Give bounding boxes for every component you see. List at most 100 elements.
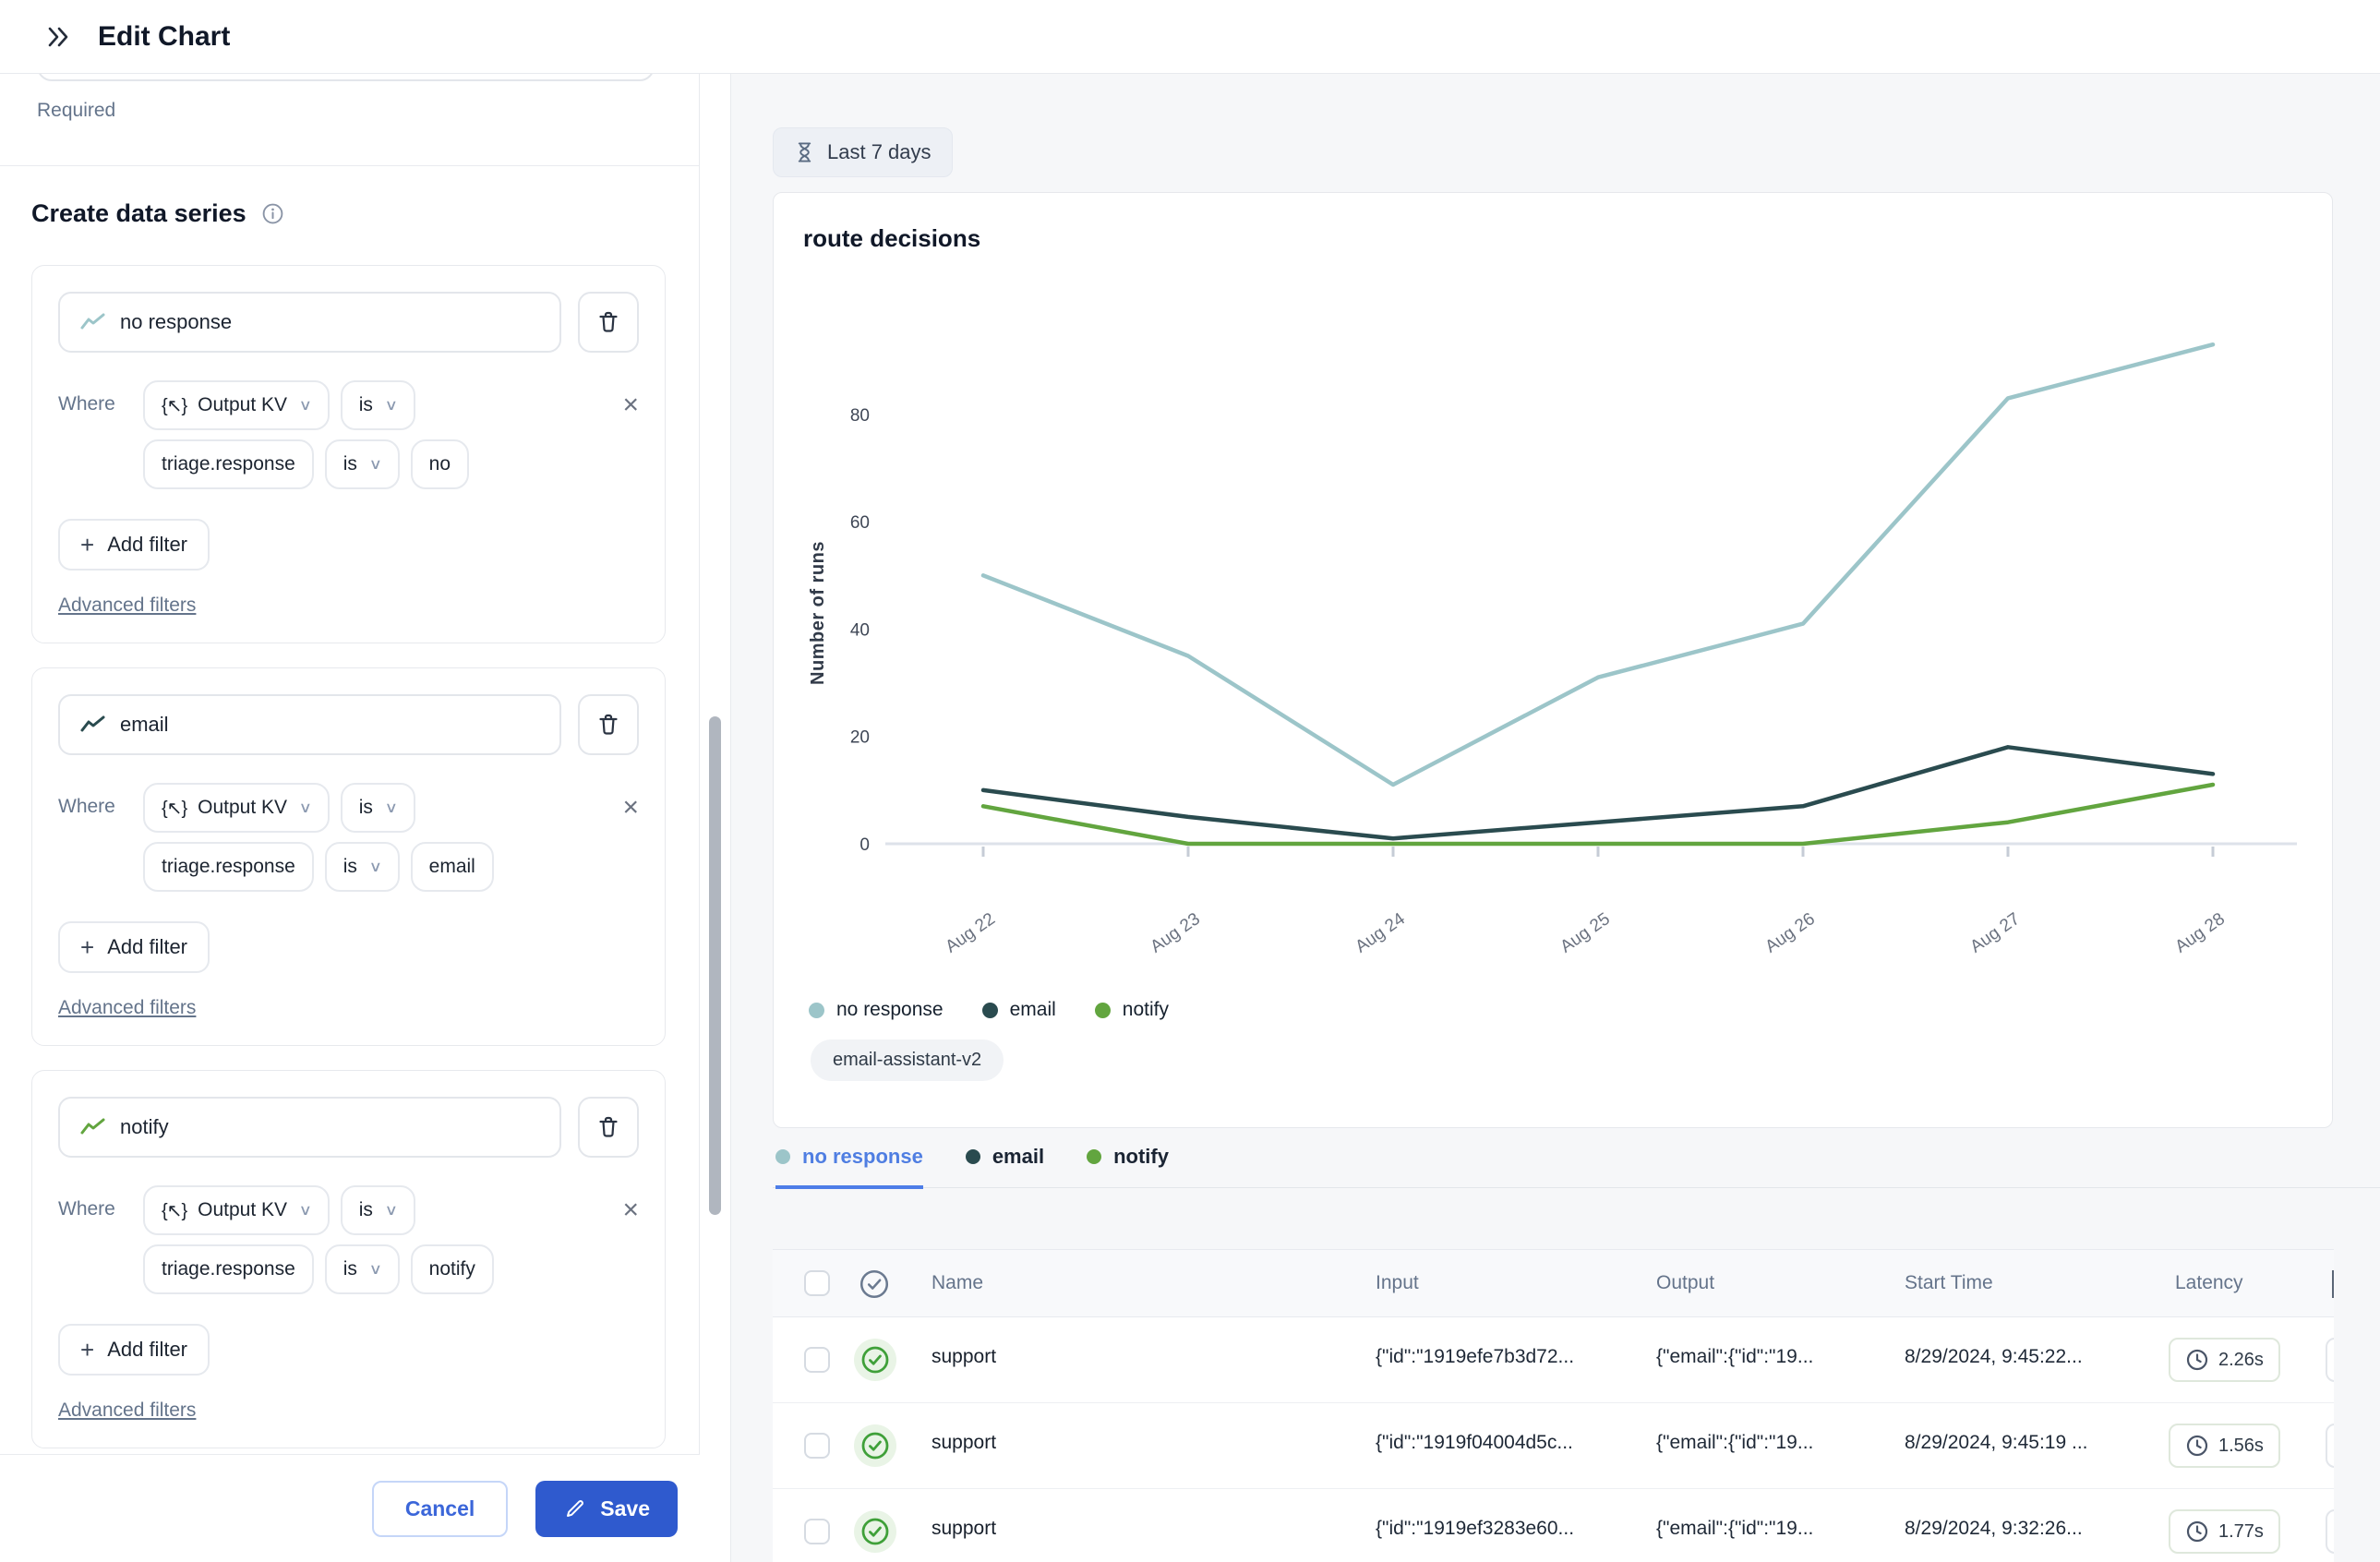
advanced-filters-link[interactable]: Advanced filters [58, 997, 196, 1018]
status-column-icon [858, 1268, 891, 1305]
left-panel-scrollbar[interactable] [709, 716, 721, 1215]
chart-name-input-partial[interactable] [37, 74, 655, 81]
save-button[interactable]: Save [535, 1481, 678, 1537]
trash-icon [595, 1113, 622, 1141]
tab-notify[interactable]: notify [1087, 1145, 1169, 1189]
time-range-badge[interactable]: Last 7 days [773, 127, 953, 177]
series-card-notify: notify Where {↖} Output KV [31, 1070, 666, 1448]
line-chart-icon [80, 313, 105, 331]
advanced-filters-link[interactable]: Advanced filters [58, 595, 196, 616]
filter-value-input[interactable]: notify [411, 1244, 494, 1294]
col-output[interactable]: Output [1656, 1272, 1714, 1294]
legend-item-email[interactable]: email [982, 999, 1056, 1021]
svg-text:20: 20 [850, 728, 870, 748]
chart-card: route decisions 020406080Aug 22Aug 23Aug… [773, 192, 2333, 1128]
run-input: {"id":"1919ef3283e60... [1376, 1518, 1574, 1540]
run-input: {"id":"1919efe7b3d72... [1376, 1346, 1574, 1368]
series-name-input[interactable]: notify [58, 1097, 561, 1158]
add-filter-button[interactable]: + Add filter [58, 519, 210, 571]
tab-email[interactable]: email [966, 1145, 1044, 1189]
series-name-value: email [120, 713, 169, 737]
advanced-filters-link[interactable]: Advanced filters [58, 1400, 196, 1421]
delete-series-button[interactable] [578, 694, 639, 755]
filter-operator-dropdown[interactable]: is ∨ [341, 1185, 415, 1235]
tab-label: notify [1113, 1145, 1169, 1169]
filter-operator-dropdown[interactable]: is ∨ [341, 380, 415, 430]
latency-badge: 2.26s [2169, 1338, 2280, 1382]
cancel-button[interactable]: Cancel [372, 1481, 508, 1537]
series-name-input[interactable]: email [58, 694, 561, 755]
filter-field-value: Output KV [198, 797, 287, 819]
filter-field-dropdown[interactable]: {↖} Output KV ∨ [143, 1185, 330, 1235]
series-card-no-response: no response Where {↖} Outpu [31, 265, 666, 643]
filter-key-input[interactable]: triage.response [143, 439, 314, 489]
legend-label: no response [836, 999, 944, 1021]
filter-field-dropdown[interactable]: {↖} Output KV ∨ [143, 783, 330, 833]
filter-operator-value: is [359, 797, 373, 819]
create-data-series-title: Create data series [31, 199, 246, 228]
filter-key-operator-dropdown[interactable]: is ∨ [325, 439, 400, 489]
col-latency[interactable]: Latency [2175, 1272, 2243, 1294]
legend-dot [982, 1003, 998, 1018]
table-row[interactable]: support {"id":"1919f04004d5c... {"email"… [773, 1403, 2334, 1489]
legend-item-notify[interactable]: notify [1095, 999, 1169, 1021]
chevron-down-icon: ∨ [368, 1260, 382, 1279]
filter-key-value: triage.response [162, 1258, 295, 1280]
add-filter-button[interactable]: + Add filter [58, 1324, 210, 1376]
col-input[interactable]: Input [1376, 1272, 1419, 1294]
filter-value: email [429, 856, 475, 878]
select-all-checkbox[interactable] [804, 1270, 830, 1296]
cutoff-badge [2326, 1509, 2334, 1554]
remove-filter-icon[interactable]: × [622, 783, 639, 901]
filter-value-input[interactable]: no [411, 439, 469, 489]
table-row[interactable]: support {"id":"1919ef3283e60... {"email"… [773, 1489, 2334, 1562]
latency-badge: 1.77s [2169, 1509, 2280, 1554]
edit-chart-form-panel: Required Create data series [0, 74, 700, 1562]
chevron-down-icon: ∨ [299, 1201, 313, 1220]
filter-key-operator-value: is [343, 453, 357, 475]
add-filter-button[interactable]: + Add filter [58, 921, 210, 973]
remove-filter-icon[interactable]: × [622, 380, 639, 499]
page-title: Edit Chart [98, 21, 230, 53]
legend-item-no-response[interactable]: no response [809, 999, 944, 1021]
col-start-time[interactable]: Start Time [1905, 1272, 1993, 1294]
cutoff-badge [2326, 1424, 2334, 1468]
col-name[interactable]: Name [932, 1272, 983, 1294]
delete-series-button[interactable] [578, 1097, 639, 1158]
series-tabs: no response email notify [773, 1145, 2380, 1188]
cutoff-badge [2326, 1338, 2334, 1382]
chevron-down-icon: ∨ [384, 799, 398, 817]
filter-operator-dropdown[interactable]: is ∨ [341, 783, 415, 833]
add-filter-label: Add filter [107, 533, 187, 557]
tab-label: email [992, 1145, 1044, 1169]
filter-value-input[interactable]: email [411, 842, 494, 892]
line-chart-plot: 020406080Aug 22Aug 23Aug 24Aug 25Aug 26A… [799, 255, 2304, 993]
filter-field-dropdown[interactable]: {↖} Output KV ∨ [143, 380, 330, 430]
table-row[interactable]: support {"id":"1919efe7b3d72... {"email"… [773, 1317, 2334, 1403]
filter-key-input[interactable]: triage.response [143, 1244, 314, 1294]
row-checkbox[interactable] [804, 1347, 830, 1373]
filter-key-input[interactable]: triage.response [143, 842, 314, 892]
series-name-input[interactable]: no response [58, 292, 561, 353]
filter-key-operator-dropdown[interactable]: is ∨ [325, 842, 400, 892]
trash-icon [595, 308, 622, 336]
series-name-value: no response [120, 310, 232, 334]
latency-value: 1.77s [2218, 1521, 2264, 1543]
filter-key-operator-dropdown[interactable]: is ∨ [325, 1244, 400, 1294]
top-header: Edit Chart [0, 0, 2380, 74]
plus-icon: + [80, 933, 94, 962]
row-checkbox[interactable] [804, 1433, 830, 1459]
project-tag-pill[interactable]: email-assistant-v2 [811, 1039, 1004, 1081]
chevron-down-icon: ∨ [384, 396, 398, 415]
tab-no-response[interactable]: no response [775, 1145, 923, 1189]
plus-icon: + [80, 1336, 94, 1364]
chart-legend: no response email notify [809, 999, 2332, 1021]
legend-label: email [1010, 999, 1056, 1021]
delete-series-button[interactable] [578, 292, 639, 353]
info-icon[interactable] [261, 202, 284, 225]
svg-text:Aug 27: Aug 27 [1966, 909, 2023, 957]
collapse-panel-icon[interactable] [42, 22, 74, 52]
row-checkbox[interactable] [804, 1519, 830, 1544]
line-chart-icon [80, 1118, 105, 1136]
remove-filter-icon[interactable]: × [622, 1185, 639, 1304]
